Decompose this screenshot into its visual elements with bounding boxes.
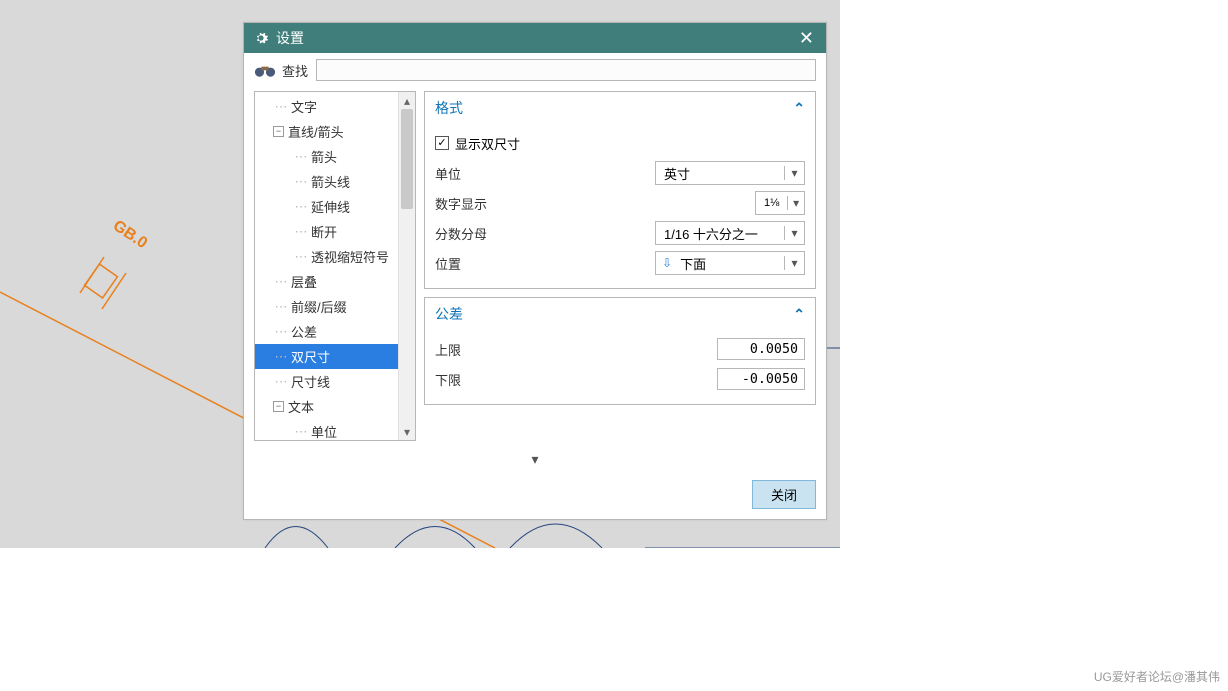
tolerance-header[interactable]: 公差 ⌃ — [425, 298, 815, 330]
binoculars-icon — [254, 63, 276, 77]
tree-toggle-icon[interactable]: − — [273, 126, 284, 137]
expand-toggle[interactable]: ▾ — [244, 449, 826, 474]
scroll-down-icon[interactable]: ▾ — [399, 423, 415, 440]
number-display-label: 数字显示 — [435, 194, 653, 213]
tree-item[interactable]: ⋯单位 — [255, 419, 398, 440]
dialog-titlebar[interactable]: 设置 ✕ — [244, 23, 826, 53]
checkbox-icon: ✓ — [435, 136, 449, 150]
unit-label: 单位 — [435, 164, 653, 183]
format-header[interactable]: 格式 ⌃ — [425, 92, 815, 124]
tree-item-label: 双尺寸 — [291, 347, 330, 366]
upper-input[interactable] — [717, 338, 805, 360]
tree-item[interactable]: ⋯尺寸线 — [255, 369, 398, 394]
show-dual-label: 显示双尺寸 — [455, 134, 520, 153]
scroll-thumb[interactable] — [401, 109, 413, 209]
gear-icon — [254, 31, 268, 45]
tree-item-label: 透视缩短符号 — [311, 247, 389, 266]
tree-branch-icon: ⋯ — [293, 199, 309, 215]
fraction-denom-combo[interactable]: 1/16 十六分之一▾ — [655, 221, 805, 245]
position-combo[interactable]: ⇩下面▾ — [655, 251, 805, 275]
tree-branch-icon: ⋯ — [293, 224, 309, 240]
annotation-text: GB.0 — [110, 217, 151, 252]
tree-item-label: 尺寸线 — [291, 372, 330, 391]
tree-item[interactable]: ⋯前缀/后缀 — [255, 294, 398, 319]
number-display-combo[interactable]: 1⅛▾ — [755, 191, 805, 215]
tree-branch-icon: ⋯ — [293, 424, 309, 440]
tree-item[interactable]: ⋯延伸线 — [255, 194, 398, 219]
tree-toggle-icon[interactable]: − — [273, 401, 284, 412]
tree-branch-icon: ⋯ — [273, 99, 289, 115]
chevron-down-icon: ▾ — [784, 256, 804, 270]
tree-item-label: 延伸线 — [311, 197, 350, 216]
tree-item-label: 箭头 — [311, 147, 337, 166]
chevron-down-icon: ▾ — [787, 196, 804, 210]
tree-item[interactable]: ⋯断开 — [255, 219, 398, 244]
position-label: 位置 — [435, 254, 653, 273]
tree-item-label: 文字 — [291, 97, 317, 116]
search-input[interactable] — [316, 59, 816, 81]
unit-combo[interactable]: 英寸▾ — [655, 161, 805, 185]
nav-tree[interactable]: ⋯文字−直线/箭头⋯箭头⋯箭头线⋯延伸线⋯断开⋯透视缩短符号⋯层叠⋯前缀/后缀⋯… — [255, 92, 398, 440]
chevron-up-icon: ⌃ — [793, 306, 805, 323]
watermark: UG爱好者论坛@潘其伟 — [1094, 668, 1220, 685]
tree-branch-icon: ⋯ — [273, 349, 289, 365]
chevron-down-icon: ▾ — [784, 166, 804, 180]
format-group: 格式 ⌃ ✓ 显示双尺寸 单位 英寸▾ 数字显示 — [424, 91, 816, 289]
tree-branch-icon: ⋯ — [273, 299, 289, 315]
tree-item[interactable]: −文本 — [255, 394, 398, 419]
tree-item[interactable]: ⋯文字 — [255, 94, 398, 119]
tree-item[interactable]: ⋯箭头 — [255, 144, 398, 169]
tree-item-label: 层叠 — [291, 272, 317, 291]
chevron-up-icon: ⌃ — [793, 100, 805, 117]
tolerance-title: 公差 — [435, 304, 463, 324]
tree-branch-icon: ⋯ — [293, 149, 309, 165]
fraction-denom-label: 分数分母 — [435, 224, 653, 243]
close-icon[interactable]: ✕ — [795, 28, 818, 49]
tree-item-label: 直线/箭头 — [288, 122, 344, 141]
tree-item-label: 单位 — [311, 422, 337, 440]
tree-branch-icon: ⋯ — [273, 374, 289, 390]
lower-label: 下限 — [435, 370, 653, 389]
format-title: 格式 — [435, 98, 463, 118]
search-label: 查找 — [282, 61, 308, 80]
tree-item-label: 文本 — [288, 397, 314, 416]
nav-tree-panel: ⋯文字−直线/箭头⋯箭头⋯箭头线⋯延伸线⋯断开⋯透视缩短符号⋯层叠⋯前缀/后缀⋯… — [254, 91, 416, 441]
settings-dialog: 设置 ✕ 查找 ⋯文字−直线/箭头⋯箭头⋯箭头线⋯延伸线⋯断开⋯透视缩短符号⋯层… — [243, 22, 827, 520]
chevron-down-icon: ▾ — [784, 226, 804, 240]
tree-scrollbar[interactable]: ▴ ▾ — [398, 92, 415, 440]
tree-item-label: 断开 — [311, 222, 337, 241]
tolerance-group: 公差 ⌃ 上限 下限 — [424, 297, 816, 405]
tree-item[interactable]: ⋯公差 — [255, 319, 398, 344]
down-arrow-icon: ⇩ — [656, 256, 672, 270]
close-button[interactable]: 关闭 — [752, 480, 816, 509]
tree-branch-icon: ⋯ — [293, 174, 309, 190]
tree-item[interactable]: ⋯透视缩短符号 — [255, 244, 398, 269]
tree-item-label: 公差 — [291, 322, 317, 341]
scroll-up-icon[interactable]: ▴ — [399, 92, 415, 109]
tree-item[interactable]: ⋯层叠 — [255, 269, 398, 294]
tree-branch-icon: ⋯ — [293, 249, 309, 265]
tree-item[interactable]: ⋯双尺寸 — [255, 344, 398, 369]
dialog-title: 设置 — [276, 28, 795, 48]
tree-branch-icon: ⋯ — [273, 274, 289, 290]
show-dual-checkbox[interactable]: ✓ 显示双尺寸 — [435, 134, 520, 153]
tree-item-label: 前缀/后缀 — [291, 297, 347, 316]
lower-input[interactable] — [717, 368, 805, 390]
upper-label: 上限 — [435, 340, 653, 359]
tree-item-label: 箭头线 — [311, 172, 350, 191]
tree-item[interactable]: ⋯箭头线 — [255, 169, 398, 194]
search-row: 查找 — [244, 53, 826, 87]
tree-branch-icon: ⋯ — [273, 324, 289, 340]
tree-item[interactable]: −直线/箭头 — [255, 119, 398, 144]
